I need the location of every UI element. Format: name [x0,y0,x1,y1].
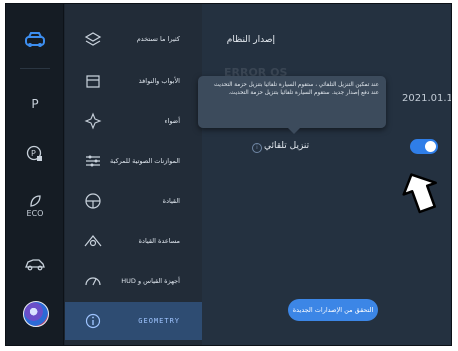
pointer-arrow-icon [402,173,437,214]
menu-item-driving[interactable]: القيادة [65,182,202,220]
gauge-icon [83,271,103,291]
menu-item-label: الأبواب والنوافذ [138,77,180,85]
rail-divider [20,68,50,69]
info-icon [83,311,103,331]
menu-item-label: الموازنات الصوتية للمركبة [110,157,180,165]
page-title: إصدار النظام [226,35,275,45]
check-new-versions-button[interactable]: التحقق من الإصدارات الجديدة [288,299,378,321]
seat-adjust-icon [83,151,103,171]
menu-item-system-info[interactable]: GEOMETRY [65,302,202,340]
version-date: 2021.01.12 [402,93,451,104]
driving-assist-icon [83,231,103,251]
left-rail: P P ECO [6,4,64,345]
menu-item-label: مساعدة القيادة [138,237,180,245]
park-icon: P [31,97,39,111]
tooltip-text: عند تمكين التنزيل التلقائي ، ستقوم السيا… [213,82,379,96]
menu-item-label: أضواء [164,117,180,125]
auto-download-tooltip: عند تمكين التنزيل التلقائي ، ستقوم السيا… [198,76,386,134]
leaf-icon [28,194,42,208]
rail-car-outline-button[interactable] [6,242,64,286]
menu-item-frequently-used[interactable]: كثيرا ما تستخدم [65,20,202,58]
svg-text:P: P [31,149,36,158]
auto-download-label: تنزيل تلقائي [264,141,310,151]
toggle-knob [425,141,436,152]
settings-menu: كثيرا ما تستخدم الأبواب والنوافذ أضواء ا… [65,4,202,345]
info-icon[interactable]: i [252,143,262,153]
rail-eco-button[interactable]: ECO [6,184,64,228]
eco-label: ECO [26,209,44,218]
car-icon [24,32,46,48]
layers-icon [83,29,103,49]
menu-item-lights[interactable]: أضواء [65,102,202,140]
user-avatar[interactable] [23,301,49,327]
menu-item-doors-windows[interactable]: الأبواب والنوافذ [65,62,202,100]
car-outline-icon [24,257,46,271]
menu-item-label: القيادة [162,197,180,205]
settings-window: P P ECO كثيرا ما تستخدم الأبواب والنوافذ… [5,3,452,346]
lights-icon [83,111,103,131]
brand-label: GEOMETRY [138,317,180,325]
parking-assist-icon: P [26,145,44,163]
menu-item-label: كثيرا ما تستخدم [136,35,180,43]
steering-wheel-icon [83,191,103,211]
menu-item-gauges-hud[interactable]: أجهزة القياس و HUD [65,262,202,300]
door-window-icon [83,71,103,91]
auto-download-row: i تنزيل تلقائي [224,134,439,160]
menu-item-label: أجهزة القياس و HUD [121,277,180,285]
rail-parking-assist-button[interactable]: P [6,132,64,176]
menu-item-driving-assist[interactable]: مساعدة القيادة [65,222,202,260]
auto-download-toggle[interactable] [410,139,438,154]
rail-car-button[interactable] [6,18,64,62]
rail-park-button[interactable]: P [6,82,64,126]
menu-item-vehicle-sound[interactable]: الموازنات الصوتية للمركبة [65,142,202,180]
